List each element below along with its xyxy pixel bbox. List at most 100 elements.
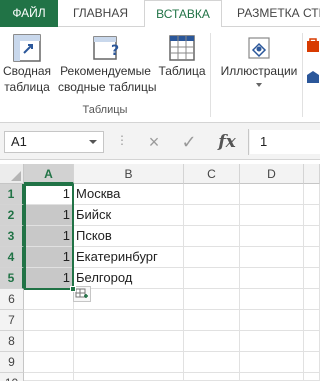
cell-a2[interactable]: 1 — [24, 205, 74, 226]
cell-b10[interactable] — [74, 373, 184, 381]
quick-analysis-icon — [75, 288, 88, 298]
cell-a10[interactable] — [24, 373, 74, 381]
cell-d7[interactable] — [240, 310, 304, 331]
addins-icon[interactable] — [306, 69, 320, 85]
cell-a8[interactable] — [24, 331, 74, 352]
cell-e3[interactable] — [304, 226, 320, 247]
cell-c5[interactable] — [184, 268, 240, 289]
group-separator — [302, 33, 303, 117]
cell-a9[interactable] — [24, 352, 74, 373]
cell-c2[interactable] — [184, 205, 240, 226]
formula-input[interactable]: 1 — [250, 130, 320, 154]
cell-e2[interactable] — [304, 205, 320, 226]
cell-d5[interactable] — [240, 268, 304, 289]
cell-b4[interactable]: Екатеринбург — [74, 247, 184, 268]
store-icon[interactable] — [306, 37, 320, 53]
name-box[interactable]: A1 — [4, 131, 104, 153]
cell-a6[interactable] — [24, 289, 74, 310]
formula-bar: A1 ⋮ × ✓ fx 1 — [0, 123, 320, 160]
cell-c1[interactable] — [184, 184, 240, 205]
cell-d1[interactable] — [240, 184, 304, 205]
enter-icon[interactable]: ✓ — [177, 130, 201, 154]
ribbon-tab-bar: ФАЙЛ ГЛАВНАЯ ВСТАВКА РАЗМЕТКА СТР — [0, 0, 320, 28]
column-header-a[interactable]: A — [24, 164, 74, 184]
column-header-e[interactable] — [304, 164, 320, 184]
row-header-8[interactable]: 8 — [0, 331, 24, 352]
cell-d3[interactable] — [240, 226, 304, 247]
cell-a5[interactable]: 1 — [24, 268, 74, 289]
select-all-icon — [11, 171, 21, 181]
cancel-icon[interactable]: × — [142, 130, 166, 154]
tab-page-layout[interactable]: РАЗМЕТКА СТР — [225, 0, 320, 27]
tab-insert[interactable]: ВСТАВКА — [144, 0, 222, 28]
cell-b1[interactable]: Москва — [74, 184, 184, 205]
cell-d10[interactable] — [240, 373, 304, 381]
row-header-9[interactable]: 9 — [0, 352, 24, 373]
cell-c7[interactable] — [184, 310, 240, 331]
ribbon-insert-panel: Сводная таблица ? Рекомендуемые сводные … — [0, 27, 320, 123]
cell-a1[interactable]: 1 — [24, 184, 74, 205]
illustrations-label: Иллюстрации — [220, 64, 298, 78]
illustrations-icon — [248, 37, 270, 59]
cell-b9[interactable] — [74, 352, 184, 373]
cell-c8[interactable] — [184, 331, 240, 352]
tab-file[interactable]: ФАЙЛ — [0, 0, 58, 27]
cell-d6[interactable] — [240, 289, 304, 310]
illustrations-button[interactable]: Иллюстрации — [216, 33, 302, 87]
table-button[interactable]: Таблица — [155, 33, 209, 79]
row-header-5[interactable]: 5 — [0, 268, 24, 289]
cell-a7[interactable] — [24, 310, 74, 331]
fill-handle[interactable] — [70, 286, 76, 292]
svg-text:?: ? — [111, 43, 119, 59]
cell-b3[interactable]: Псков — [74, 226, 184, 247]
recommended-pivot-button[interactable]: ? Рекомендуемые сводные таблицы — [58, 33, 157, 95]
cell-d9[interactable] — [240, 352, 304, 373]
cell-d2[interactable] — [240, 205, 304, 226]
more-icon: ⋮ — [116, 133, 129, 147]
tab-home[interactable]: ГЛАВНАЯ — [58, 0, 143, 27]
row-header-7[interactable]: 7 — [0, 310, 24, 331]
pivot-table-button[interactable]: Сводная таблица — [2, 33, 52, 95]
cell-e9[interactable] — [304, 352, 320, 373]
cell-d8[interactable] — [240, 331, 304, 352]
cell-e5[interactable] — [304, 268, 320, 289]
formula-separator — [248, 129, 249, 155]
spreadsheet-grid: A B C D 1 2 3 4 5 6 7 8 9 10 1 Москва 1 … — [0, 164, 320, 381]
cell-e8[interactable] — [304, 331, 320, 352]
cell-a3[interactable]: 1 — [24, 226, 74, 247]
insert-function-button[interactable]: fx — [215, 130, 239, 154]
cell-e1[interactable] — [304, 184, 320, 205]
row-header-6[interactable]: 6 — [0, 289, 24, 310]
column-header-b[interactable]: B — [74, 164, 184, 184]
group-label-tables: Таблицы — [82, 104, 128, 116]
row-header-1[interactable]: 1 — [0, 184, 24, 205]
cell-c3[interactable] — [184, 226, 240, 247]
cell-e4[interactable] — [304, 247, 320, 268]
recommended-label-2: сводные таблицы — [58, 80, 157, 94]
cell-c10[interactable] — [184, 373, 240, 381]
column-header-d[interactable]: D — [240, 164, 304, 184]
select-all-corner[interactable] — [0, 164, 24, 184]
row-header-3[interactable]: 3 — [0, 226, 24, 247]
recommended-pivot-icon: ? — [92, 36, 119, 60]
pivot-table-icon — [13, 34, 41, 62]
cell-c6[interactable] — [184, 289, 240, 310]
name-box-value: A1 — [11, 134, 27, 149]
pivot-table-label-2: таблица — [4, 80, 50, 94]
row-header-4[interactable]: 4 — [0, 247, 24, 268]
cell-b8[interactable] — [74, 331, 184, 352]
cell-e7[interactable] — [304, 310, 320, 331]
cell-d4[interactable] — [240, 247, 304, 268]
cell-c9[interactable] — [184, 352, 240, 373]
cell-b2[interactable]: Бийск — [74, 205, 184, 226]
cell-b7[interactable] — [74, 310, 184, 331]
row-header-10[interactable]: 10 — [0, 373, 24, 381]
cell-e6[interactable] — [304, 289, 320, 310]
cell-e10[interactable] — [304, 373, 320, 381]
column-header-c[interactable]: C — [184, 164, 240, 184]
cell-c4[interactable] — [184, 247, 240, 268]
group-separator — [210, 33, 211, 117]
chevron-down-icon[interactable] — [89, 140, 97, 144]
cell-a4[interactable]: 1 — [24, 247, 74, 268]
row-header-2[interactable]: 2 — [0, 205, 24, 226]
